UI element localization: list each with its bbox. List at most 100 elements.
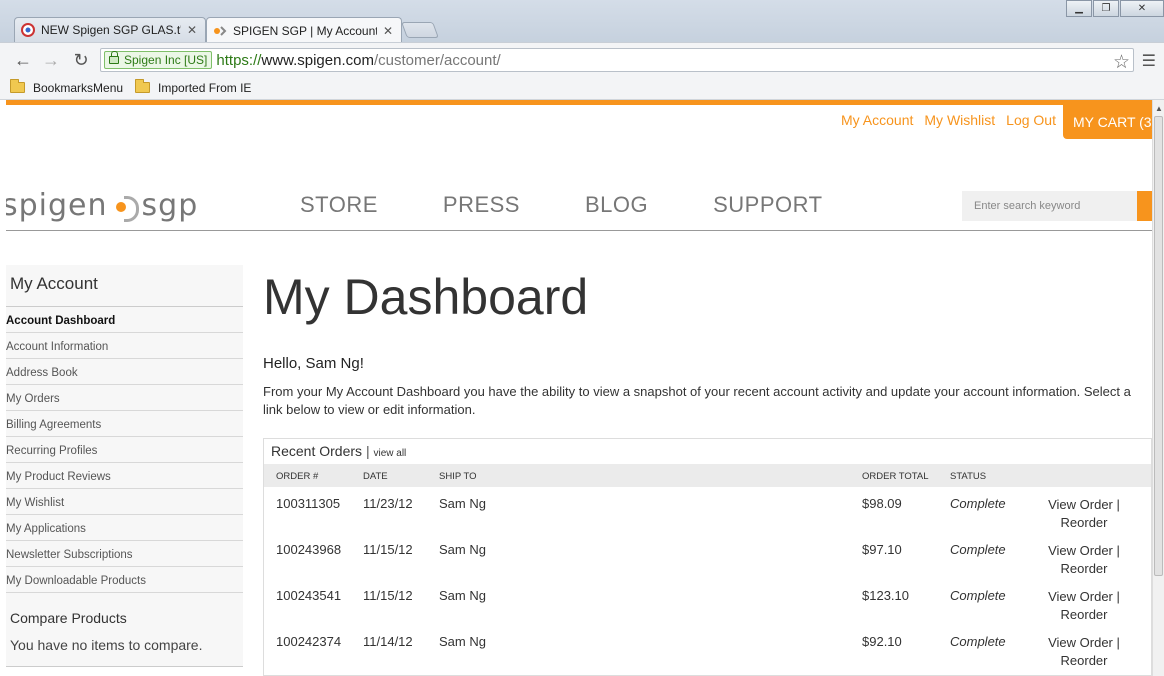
order-date: 11/14/12: [363, 634, 413, 649]
my-cart-button[interactable]: MY CART (3): [1063, 105, 1152, 139]
greeting-text: Hello, Sam Ng!: [263, 355, 364, 372]
web-page: My Account My Wishlist Log Out MY CART (…: [6, 100, 1152, 676]
col-order-number: ORDER #: [276, 471, 319, 482]
reorder-link[interactable]: Reorder: [1061, 515, 1108, 530]
sidebar-item-newsletter-subscriptions[interactable]: Newsletter Subscriptions: [6, 541, 243, 567]
view-order-link[interactable]: View Order: [1048, 635, 1113, 650]
url-scheme: https://: [216, 51, 262, 69]
account-sidebar: My Account Account Dashboard Account Inf…: [6, 265, 243, 667]
new-tab-button[interactable]: [401, 22, 439, 38]
spigen-sgp-logo[interactable]: spigen sgp: [6, 188, 198, 223]
sidebar-item-my-product-reviews[interactable]: My Product Reviews: [6, 463, 243, 489]
my-wishlist-link[interactable]: My Wishlist: [924, 112, 995, 128]
view-order-link[interactable]: View Order: [1048, 497, 1113, 512]
search-button[interactable]: [1137, 191, 1152, 221]
col-ship-to: SHIP TO: [439, 471, 477, 482]
page-scrollbar[interactable]: ▲: [1152, 100, 1164, 676]
table-row: 100242374 11/14/12 Sam Ng $92.10 Complet…: [264, 627, 1151, 673]
tab-my-account[interactable]: SPIGEN SGP | My Account ✕: [206, 17, 402, 43]
ev-certificate-badge[interactable]: Spigen Inc [US]: [104, 51, 213, 69]
bookmark-folder-imported[interactable]: Imported From IE: [135, 79, 252, 95]
sidebar-item-my-downloadable-products[interactable]: My Downloadable Products: [6, 567, 243, 593]
nav-store[interactable]: STORE: [300, 192, 378, 218]
view-order-link[interactable]: View Order: [1048, 543, 1113, 558]
nav-press[interactable]: PRESS: [443, 192, 520, 218]
address-bar[interactable]: Spigen Inc [US] https://www.spigen.com/c…: [100, 48, 1134, 72]
order-status: Complete: [950, 588, 1006, 603]
reorder-link[interactable]: Reorder: [1061, 561, 1108, 576]
order-date: 11/23/12: [363, 496, 413, 511]
nav-support[interactable]: SUPPORT: [713, 192, 822, 218]
order-total: $98.09: [862, 496, 902, 511]
tab-close-icon[interactable]: ✕: [383, 24, 393, 38]
restore-icon[interactable]: ❐: [1093, 0, 1119, 17]
table-row: 100311305 11/23/12 Sam Ng $98.09 Complet…: [264, 489, 1151, 535]
sidebar-item-my-orders[interactable]: My Orders: [6, 385, 243, 411]
recent-orders-box: Recent Orders | view all ORDER # DATE SH…: [263, 438, 1152, 676]
scrollbar-thumb[interactable]: [1154, 116, 1163, 576]
nav-blog[interactable]: BLOG: [585, 192, 648, 218]
search-input[interactable]: Enter search keyword: [962, 191, 1137, 221]
minimize-icon[interactable]: ▁: [1066, 0, 1092, 17]
url-text[interactable]: https://www.spigen.com/customer/account/: [216, 52, 500, 69]
browser-titlebar: NEW Spigen SGP GLAS.t'R ✕ SPIGEN SGP | M…: [0, 0, 1164, 43]
col-order-total: ORDER TOTAL: [862, 471, 929, 482]
order-status: Complete: [950, 634, 1006, 649]
sidebar-item-account-information[interactable]: Account Information: [6, 333, 243, 359]
order-number: 100242374: [276, 634, 342, 649]
logo-mark-icon: [112, 193, 139, 222]
sidebar-item-my-wishlist[interactable]: My Wishlist: [6, 489, 243, 515]
spigen-favicon-icon: [214, 25, 227, 36]
order-total: $92.10: [862, 634, 902, 649]
reorder-link[interactable]: Reorder: [1061, 607, 1108, 622]
order-status: Complete: [950, 542, 1006, 557]
view-all-link[interactable]: view all: [373, 448, 406, 459]
nav-divider: [6, 230, 1152, 231]
compare-products-title: Compare Products: [10, 610, 127, 626]
order-ship-to: Sam Ng: [439, 496, 486, 511]
lock-icon: [109, 51, 119, 64]
tab-label: NEW Spigen SGP GLAS.t'R: [41, 23, 181, 37]
account-links: My Account My Wishlist Log Out: [841, 112, 1056, 128]
scroll-up-arrow-icon[interactable]: ▲: [1155, 104, 1163, 113]
order-date: 11/15/12: [363, 542, 413, 557]
sidebar-item-address-book[interactable]: Address Book: [6, 359, 243, 385]
bookmark-star-icon[interactable]: ☆: [1113, 51, 1130, 74]
bookmark-folder-bookmarksmenu[interactable]: BookmarksMenu: [10, 79, 124, 95]
my-account-link[interactable]: My Account: [841, 112, 913, 128]
order-actions: View Order | Reorder: [1048, 589, 1120, 622]
view-order-link[interactable]: View Order: [1048, 589, 1113, 604]
col-date: DATE: [363, 471, 388, 482]
close-window-icon[interactable]: ✕: [1120, 0, 1164, 17]
bookmark-label: Imported From IE: [158, 80, 252, 95]
log-out-link[interactable]: Log Out: [1006, 112, 1056, 128]
order-actions: View Order | Reorder: [1048, 635, 1120, 668]
reorder-link[interactable]: Reorder: [1061, 653, 1108, 668]
url-host: www.spigen.com: [261, 51, 374, 69]
separator: |: [365, 443, 370, 459]
forward-arrow-icon[interactable]: →: [40, 49, 62, 71]
sidebar-item-billing-agreements[interactable]: Billing Agreements: [6, 411, 243, 437]
bookmark-label: BookmarksMenu: [33, 80, 124, 95]
sidebar-title: My Account: [6, 265, 243, 307]
tab-spigen-glas[interactable]: NEW Spigen SGP GLAS.t'R ✕: [14, 17, 206, 42]
order-number: 100243968: [276, 542, 342, 557]
order-actions: View Order | Reorder: [1048, 543, 1120, 576]
logo-text-left: spigen: [6, 188, 108, 223]
order-status: Complete: [950, 496, 1006, 511]
url-path: /customer/account/: [373, 51, 501, 69]
sidebar-item-my-applications[interactable]: My Applications: [6, 515, 243, 541]
reload-icon[interactable]: ↻: [70, 49, 92, 71]
back-arrow-icon[interactable]: ←: [12, 49, 34, 71]
tab-close-icon[interactable]: ✕: [187, 23, 197, 37]
menu-icon[interactable]: ☰: [1142, 51, 1156, 71]
col-status: STATUS: [950, 471, 987, 482]
sidebar-item-recurring-profiles[interactable]: Recurring Profiles: [6, 437, 243, 463]
browser-toolbar: ← → ↻ Spigen Inc [US] https://www.spigen…: [0, 42, 1164, 76]
folder-icon: [135, 79, 151, 93]
order-number: 100243541: [276, 588, 342, 603]
logo-text-right: sgp: [141, 188, 199, 223]
window-controls: ▁ ❐ ✕: [1065, 0, 1164, 17]
order-actions: View Order | Reorder: [1048, 497, 1120, 530]
orders-table-header: ORDER # DATE SHIP TO ORDER TOTAL STATUS: [264, 464, 1151, 487]
